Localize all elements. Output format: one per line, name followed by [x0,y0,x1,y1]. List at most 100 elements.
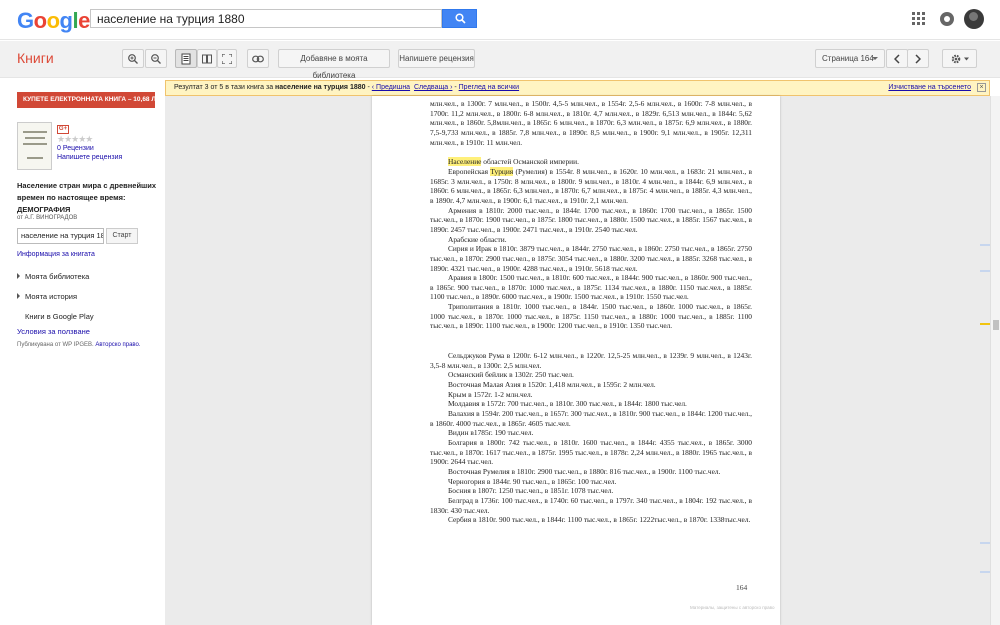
paragraph-text: Триполитания в 1810г. 1000 тыс.чел., в 1… [430,302,752,331]
page-paragraph: Аравия в 1800г. 1500 тыс.чел., в 1810г. … [430,273,752,302]
page-paragraph: Арабские области. [430,235,752,245]
in-book-search-input[interactable]: население на турция 18 [17,228,104,244]
next-result-link[interactable]: Следваща › [414,84,452,91]
notifications-icon[interactable] [940,12,954,26]
paragraph-text: Белград в 1736г. 100 тыс.чел., в 1740г. … [430,495,752,515]
paragraph-text: Болгария в 1800г. 742 тыс.чел., в 1810г.… [430,438,752,467]
book-info-link[interactable]: Информация за книгата [17,251,95,258]
apps-grid-icon[interactable] [912,12,926,26]
book-title: Население стран мира с древнейших времен… [17,181,157,214]
fullscreen-button[interactable] [217,49,237,68]
two-page-icon [202,54,212,63]
result-marker[interactable] [980,270,990,272]
paragraph-text: Аравия в 1800г. 1500 тыс.чел., в 1810г. … [430,273,752,302]
result-info: Резултат 3 от 5 в тази книга за населени… [174,84,520,91]
link-button[interactable] [247,49,269,68]
expand-icon [17,293,20,299]
close-icon[interactable]: × [977,83,986,92]
page-paragraph: Население областей Османской империи. [430,157,752,167]
paragraph-text: Арабские области. [448,234,507,244]
fullscreen-icon [222,53,232,64]
logo-letter: e [78,8,90,33]
paragraph-text: Сельджуков Рума в 1200г. 6-12 млн.чел., … [430,351,752,370]
page-paragraph: млн.чел., в 1300г. 7 млн.чел., в 1500г. … [430,99,752,147]
current-result-marker[interactable] [980,323,990,325]
my-library-label: Моята библиотека [25,272,90,281]
page-paragraph: Болгария в 1800г. 742 тыс.чел., в 1810г.… [430,438,752,467]
terms-link[interactable]: Условия за ползване [17,327,90,336]
add-to-library-button[interactable]: Добавяне в моята библиотека [278,49,390,80]
single-page-view-button[interactable] [175,49,197,68]
page-paragraph: Крым в 1572г. 1-2 млн.чел. [430,390,752,400]
page-paragraph: Сербия в 1810г. 900 тыс.чел., в 1844г. 1… [430,515,752,525]
prev-page-button[interactable] [886,49,908,68]
google-play-books-item[interactable]: Книги в Google Play [25,312,94,321]
search-highlight: Население [448,157,482,167]
paragraph-text: Валахия в 1594г. 200 тыс.чел., в 1657г. … [430,409,752,428]
paragraph-text: Молдавия в 1572г. 700 тыс.чел., в 1810г.… [448,399,687,409]
result-marker[interactable] [980,542,990,544]
write-review-link[interactable]: Напишете рецензия [57,154,122,161]
write-review-button[interactable]: Напишете рецензия [398,49,475,68]
page-number: 164 [736,583,748,592]
paragraph-text: Османский бейлик в 1302г. 250 тыс.чел. [448,370,574,380]
page-paragraph [430,331,752,341]
start-search-button[interactable]: Старт [106,228,138,244]
chevron-right-icon [915,54,921,63]
logo-letter: g [59,8,73,33]
page-paragraph: Черногория в 1844г. 90 тыс.чел., в 1865г… [430,477,752,487]
paragraph-text: Европейская [448,166,491,176]
books-title[interactable]: Книги [17,50,54,66]
zoom-out-button[interactable] [145,49,167,68]
page-paragraph: Восточная Малая Азия в 1520г. 1,418 млн.… [430,380,752,390]
zoom-in-icon [128,53,138,64]
reviews-link[interactable]: 0 Рецензии [57,145,94,152]
avatar[interactable] [964,9,984,29]
view-all-link[interactable]: Преглед на всички [459,84,519,91]
google-plus-icon[interactable]: G+ [57,125,69,134]
search-icon [455,13,466,24]
page-paragraph [430,341,752,351]
page-paragraph: Молдавия в 1572г. 700 тыс.чел., в 1810г.… [430,399,752,409]
google-logo[interactable]: Google [17,8,90,34]
page-paragraph: Белград в 1736г. 100 тыс.чел., в 1740г. … [430,496,752,515]
clear-search-link[interactable]: Изчистване на търсенето [888,81,971,95]
publisher-text: Публикувана от WP IPGEB. [17,342,94,348]
copyright-link[interactable]: Авторско право. [95,342,140,348]
next-page-button[interactable] [907,49,929,68]
gear-icon [951,54,969,63]
zoom-in-button[interactable] [122,49,144,68]
my-history-item[interactable]: Моята история [17,292,77,301]
vertical-scrollbar[interactable] [990,96,1000,625]
page-paragraph [430,147,752,157]
scrollbar-thumb[interactable] [993,320,999,330]
result-query: население на турция 1880 [275,84,366,91]
paragraph-text: Черногория в 1844г. 90 тыс.чел., в 1865г… [448,476,617,486]
book-viewer[interactable]: млн.чел., в 1300г. 7 млн.чел., в 1500г. … [165,96,990,625]
my-library-item[interactable]: Моята библиотека [17,272,89,281]
page-paragraph: Валахия в 1594г. 200 тыс.чел., в 1657г. … [430,409,752,428]
search-input[interactable]: население на турция 1880 [90,9,442,28]
search-highlight: Турция [490,166,514,176]
two-page-view-button[interactable] [197,49,217,68]
paragraph-text: Восточная Румелия в 1810г. 2900 тыс.чел.… [448,466,721,476]
result-marker[interactable] [980,244,990,246]
zoom-out-icon [151,53,161,64]
page-select[interactable]: Страница 164 [815,49,885,68]
book-cover[interactable] [17,122,52,170]
book-page: млн.чел., в 1300г. 7 млн.чел., в 1500г. … [372,96,780,625]
my-history-label: Моята история [25,292,78,301]
page-paragraph: Триполитания в 1810г. 1000 тыс.чел., в 1… [430,302,752,331]
paragraph-text: Босния в 1807г. 1250 тыс.чел., в 1851г. … [448,486,614,496]
logo-letter: o [33,8,47,33]
page-paragraph: Европейская Турция (Румелия) в 1554г. 8 … [430,166,752,206]
result-marker[interactable] [980,571,990,573]
search-button[interactable] [442,9,477,28]
paragraph-text: Крым в 1572г. 1-2 млн.чел. [448,389,533,399]
buy-ebook-button[interactable]: КУПЕТЕ ЕЛЕКТРОННАТА КНИГА – 10,68 ЛВ [17,92,155,108]
page-paragraph: Османский бейлик в 1302г. 250 тыс.чел. [430,370,752,380]
prev-result-link[interactable]: ‹ Предишна [372,84,410,91]
settings-button[interactable] [942,49,977,68]
books-toolbar: Книги Добавяне в моята библиотека Напише… [0,41,1000,80]
page-paragraph: Сирия и Ирак в 1810г. 3879 тыс.чел., в 1… [430,244,752,273]
